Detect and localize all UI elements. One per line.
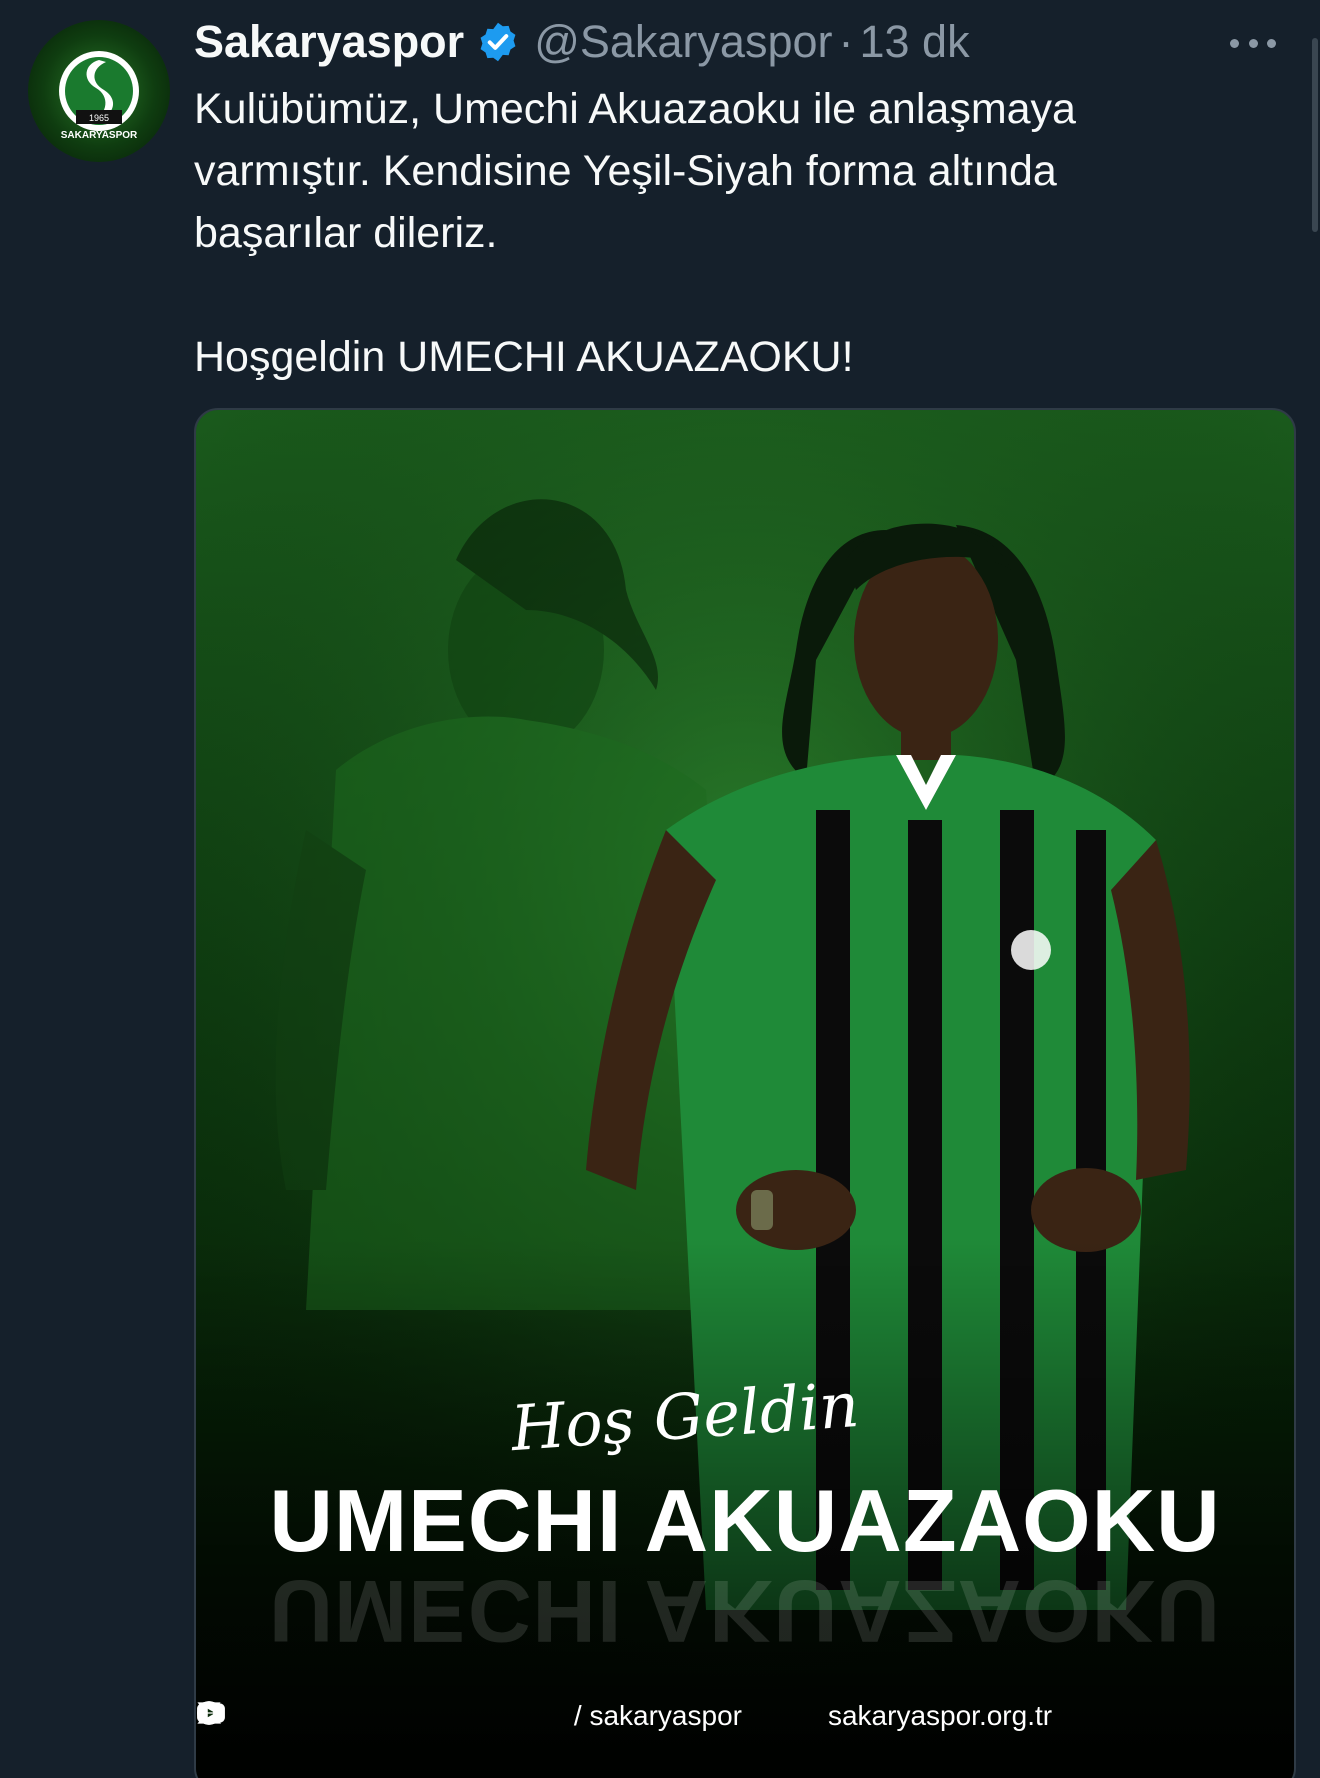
- display-name[interactable]: Sakaryaspor: [194, 16, 464, 68]
- timestamp[interactable]: 13 dk: [860, 16, 970, 68]
- tweet-text: Kulübümüz, Umechi Akuazaoku ile anlaşmay…: [194, 78, 1194, 388]
- image-footer: / sakaryaspor sakaryaspor.org.tr: [196, 1700, 1294, 1732]
- separator-dot: ·: [838, 16, 854, 67]
- tweet-line: Kulübümüz, Umechi Akuazaoku ile anlaşmay…: [194, 85, 1076, 133]
- scrollbar[interactable]: [1312, 38, 1318, 232]
- facebook-icon: [197, 1701, 466, 1730]
- youtube-icon: [197, 1702, 568, 1730]
- avatar[interactable]: 1965 SAKARYASPOR: [28, 20, 170, 162]
- tweet-line: başarılar dileriz.: [194, 209, 498, 257]
- avatar-club-name: SAKARYASPOR: [61, 130, 138, 141]
- player-name-reflection: UMECHI AKUAZAOKU: [269, 1562, 1221, 1661]
- tweet-greeting: Hoşgeldin UMECHI AKUAZAOKU!: [194, 333, 854, 381]
- tweet-header: Sakaryaspor @Sakaryaspor · 13 dk: [194, 14, 1280, 70]
- website-text: sakaryaspor.org.tr: [827, 1700, 1053, 1731]
- x-icon: [197, 1702, 534, 1730]
- tweet-media-image[interactable]: Hoş Geldin UMECHI AKUAZAOKU UMECHI AKUAZ…: [194, 408, 1296, 1778]
- avatar-year: 1965: [89, 113, 109, 123]
- social-handle: / sakaryaspor: [573, 1700, 742, 1731]
- instagram-icon: [198, 1702, 500, 1730]
- social-icons: [197, 1701, 568, 1730]
- tweet-line: varmıştır. Kendisine Yeşil-Siyah forma a…: [194, 147, 1057, 195]
- player-name-title: UMECHI AKUAZAOKU: [269, 1471, 1221, 1570]
- globe-icon: [197, 1701, 822, 1730]
- verified-badge-icon[interactable]: [476, 20, 520, 64]
- club-logo: 1965 SAKARYASPOR: [59, 51, 139, 141]
- more-options-icon[interactable]: [1230, 34, 1276, 52]
- handle[interactable]: @Sakaryaspor: [534, 16, 832, 68]
